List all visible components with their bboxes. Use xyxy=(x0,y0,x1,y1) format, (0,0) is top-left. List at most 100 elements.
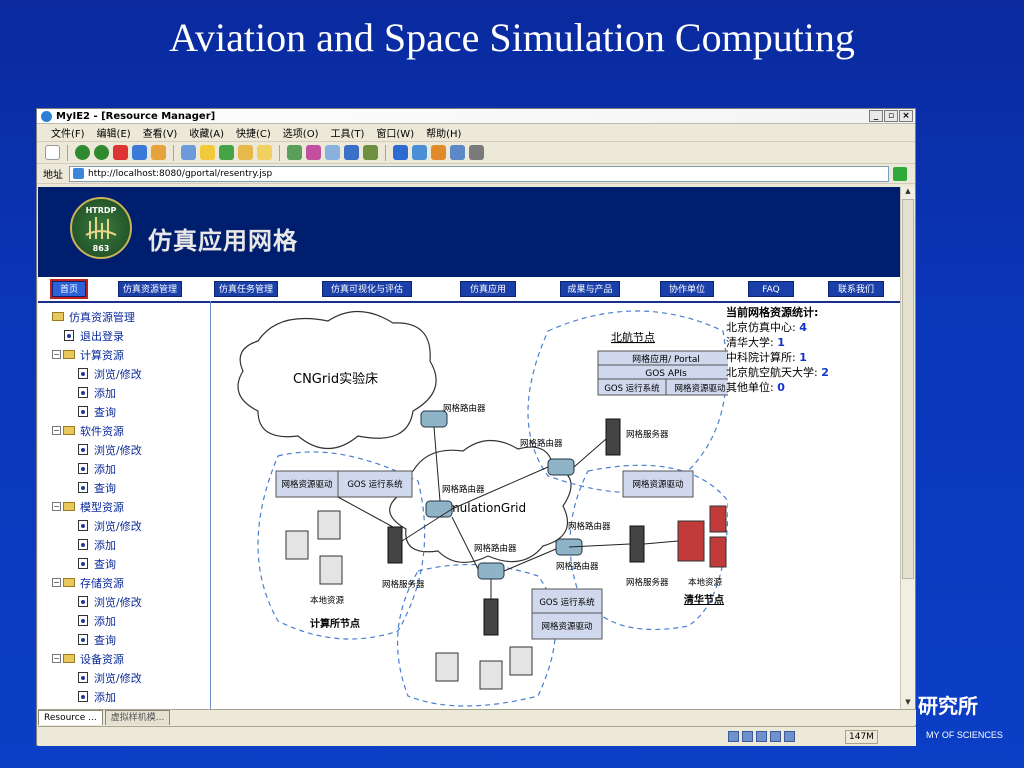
close-button[interactable]: × xyxy=(899,110,913,122)
forward-icon[interactable] xyxy=(94,145,109,160)
nav-visualization[interactable]: 仿真可视化与评估 xyxy=(322,281,412,297)
tree-item[interactable]: 浏览/修改 xyxy=(52,516,212,535)
status-icon[interactable] xyxy=(770,731,781,742)
page-icon[interactable] xyxy=(325,145,340,160)
tree-item-label: 查询 xyxy=(94,557,116,571)
menu-edit[interactable]: 编辑(E) xyxy=(97,125,131,140)
favorites-icon[interactable] xyxy=(200,145,215,160)
settings-icon[interactable] xyxy=(469,145,484,160)
status-icon[interactable] xyxy=(728,731,739,742)
nav-partners[interactable]: 协作单位 xyxy=(660,281,714,297)
tree-item[interactable]: 浏览/修改 xyxy=(52,364,212,383)
tab-resource[interactable]: Resource ... xyxy=(38,710,103,725)
tab-prototype[interactable]: 虚拟样机模... xyxy=(104,710,171,725)
tree-item-label: 添加 xyxy=(94,690,116,704)
go-button[interactable] xyxy=(893,166,907,181)
scroll-thumb[interactable] xyxy=(902,199,914,579)
search-icon[interactable] xyxy=(181,145,196,160)
nav-products[interactable]: 成果与产品 xyxy=(560,281,620,297)
tree-group-storage[interactable]: − 存储资源 xyxy=(52,573,212,592)
tree-item[interactable]: 添加 xyxy=(52,459,212,478)
page-icon xyxy=(78,539,88,550)
tree-item[interactable]: 添加 xyxy=(52,535,212,554)
stats-label: 中科院计算所: xyxy=(726,351,796,364)
restore-button[interactable]: ▫ xyxy=(884,110,898,122)
stats-value: 1 xyxy=(799,351,807,364)
folder-icon xyxy=(63,502,75,511)
tree-group-device[interactable]: − 设备资源 xyxy=(52,649,212,668)
new-page-icon[interactable] xyxy=(45,145,60,160)
content-divider xyxy=(210,301,211,709)
window-icon[interactable] xyxy=(393,145,408,160)
menu-options[interactable]: 选项(O) xyxy=(283,125,319,140)
history-icon[interactable] xyxy=(219,145,234,160)
tree-item[interactable]: 添加 xyxy=(52,687,212,706)
qinghua-label: 清华节点 xyxy=(684,593,724,606)
status-icon[interactable] xyxy=(742,731,753,742)
stats-row: 清华大学: 1 xyxy=(726,335,829,350)
tree-item[interactable]: 查询 xyxy=(52,630,212,649)
scroll-down-icon[interactable]: ▼ xyxy=(902,698,914,709)
nav-resource-mgmt[interactable]: 仿真资源管理 xyxy=(118,281,182,297)
page-icon xyxy=(78,406,88,417)
refresh-icon[interactable] xyxy=(132,145,147,160)
tree-item-label: 添加 xyxy=(94,614,116,628)
tree-item[interactable]: 添加 xyxy=(52,383,212,402)
menu-favorites[interactable]: 收藏(A) xyxy=(189,125,224,140)
vertical-scrollbar[interactable]: ▲ ▼ xyxy=(900,187,915,709)
jisuansuo-label: 计算所节点 xyxy=(310,617,360,630)
status-icon[interactable] xyxy=(756,731,767,742)
tree-item[interactable]: 查询 xyxy=(52,478,212,497)
tree-group-compute[interactable]: − 计算资源 xyxy=(52,345,212,364)
nav-task-mgmt[interactable]: 仿真任务管理 xyxy=(214,281,278,297)
tree-item[interactable]: 浏览/修改 xyxy=(52,668,212,687)
menu-file[interactable]: 文件(F) xyxy=(51,125,85,140)
grid-driver-label: 网格资源驱动 xyxy=(281,479,333,490)
tree-item[interactable]: 查询 xyxy=(52,554,212,573)
tree-item[interactable]: 浏览/修改 xyxy=(52,592,212,611)
back-icon[interactable] xyxy=(75,145,90,160)
home-icon[interactable] xyxy=(151,145,166,160)
folder-icon[interactable] xyxy=(238,145,253,160)
menu-window[interactable]: 窗口(W) xyxy=(376,125,414,140)
tree-group-model[interactable]: − 模型资源 xyxy=(52,497,212,516)
collapse-icon[interactable]: − xyxy=(52,426,61,435)
collapse-icon[interactable]: − xyxy=(52,578,61,587)
address-input[interactable]: http://localhost:8080/gportal/resentry.j… xyxy=(69,165,889,182)
plugin-icon[interactable] xyxy=(306,145,321,160)
scroll-up-icon[interactable]: ▲ xyxy=(902,187,914,198)
collapse-icon[interactable]: − xyxy=(52,350,61,359)
tree-item[interactable]: 浏览/修改 xyxy=(52,440,212,459)
nav-contact[interactable]: 联系我们 xyxy=(828,281,884,297)
nav-application[interactable]: 仿真应用 xyxy=(460,281,516,297)
window-titlebar[interactable]: MyIE2 - [Resource Manager] _ ▫ × xyxy=(37,109,915,124)
stats-value: 0 xyxy=(777,381,785,394)
page-icon xyxy=(78,558,88,569)
menu-help[interactable]: 帮助(H) xyxy=(426,125,461,140)
nav-home[interactable]: 首页 xyxy=(50,279,88,299)
collapse-icon[interactable]: − xyxy=(52,502,61,511)
download-icon[interactable] xyxy=(431,145,446,160)
stats-title: 当前网格资源统计: xyxy=(726,306,819,319)
router-label: 网格路由器 xyxy=(443,403,486,414)
note-icon[interactable] xyxy=(257,145,272,160)
nav-faq[interactable]: FAQ xyxy=(748,281,794,297)
collapse-icon[interactable]: − xyxy=(52,654,61,663)
menu-tools[interactable]: 工具(T) xyxy=(330,125,364,140)
status-icon[interactable] xyxy=(784,731,795,742)
menu-shortcuts[interactable]: 快捷(C) xyxy=(236,125,271,140)
tree-item[interactable]: 查询 xyxy=(52,402,212,421)
tree-icon[interactable] xyxy=(287,145,302,160)
tile-icon[interactable] xyxy=(412,145,427,160)
memory-usage: 147M xyxy=(845,729,878,744)
tree-item[interactable]: 添加 xyxy=(52,611,212,630)
image-icon[interactable] xyxy=(344,145,359,160)
mail-icon[interactable] xyxy=(363,145,378,160)
menu-view[interactable]: 查看(V) xyxy=(143,125,178,140)
tree-group-software[interactable]: − 软件资源 xyxy=(52,421,212,440)
stop-icon[interactable] xyxy=(113,145,128,160)
tree-item-logout[interactable]: 退出登录 xyxy=(52,326,212,345)
tree-root[interactable]: 仿真资源管理 xyxy=(52,307,212,326)
screen-icon[interactable] xyxy=(450,145,465,160)
minimize-button[interactable]: _ xyxy=(869,110,883,122)
